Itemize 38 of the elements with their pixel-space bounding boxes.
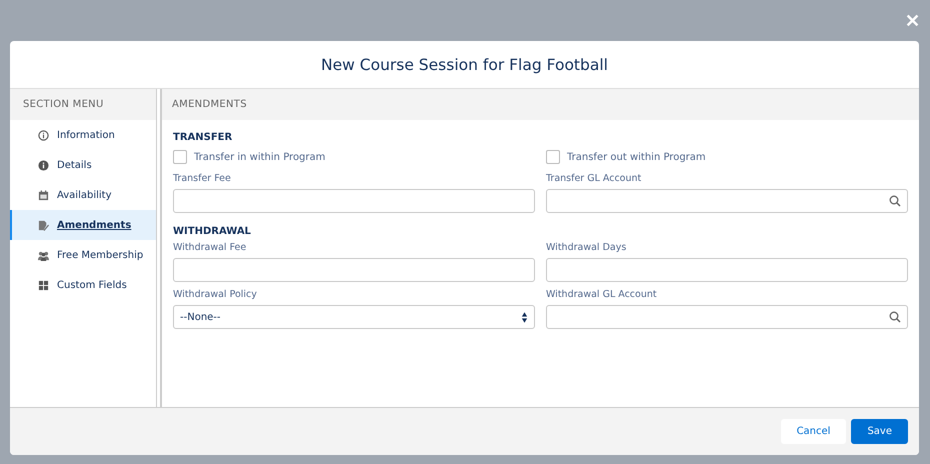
section-menu-item[interactable]: Custom Fields [10, 270, 156, 300]
search-icon [889, 311, 901, 323]
info-icon [38, 130, 49, 140]
input-field[interactable] [173, 258, 535, 282]
section-title: TRANSFER [173, 130, 234, 144]
field-label: Withdrawal GL Account [546, 289, 658, 302]
input-field[interactable] [173, 189, 535, 213]
section-title: WITHDRAWAL [173, 224, 252, 238]
grid-icon [38, 280, 49, 290]
section-menu-item[interactable]: Free Membership [10, 240, 156, 270]
save-button[interactable]: Save [851, 419, 908, 444]
checkbox-label: Transfer out within Program [567, 152, 706, 162]
section-header: AMENDMENTS [162, 89, 919, 120]
cancel-button[interactable]: Cancel [780, 419, 846, 444]
checkbox-label: Transfer in within Program [194, 152, 326, 162]
info-icon [38, 160, 49, 170]
section-menu-item[interactable]: Information [10, 120, 156, 150]
field-label: Transfer GL Account [546, 173, 642, 186]
dialog-title: New Course Session for Flag Football [321, 56, 608, 74]
calendar-icon [38, 190, 49, 200]
field-label: Withdrawal Fee [173, 242, 248, 255]
checkbox[interactable] [546, 150, 560, 164]
section-menu-item[interactable]: Details [10, 150, 156, 180]
field-label: Transfer Fee [173, 173, 232, 186]
field-label: Withdrawal Policy [173, 289, 258, 302]
select-field[interactable]: --None-- [173, 305, 535, 329]
people-icon [38, 250, 49, 260]
lookup-field[interactable] [546, 305, 908, 329]
input-field[interactable] [546, 258, 908, 282]
section-menu-item[interactable]: Amendments [10, 210, 156, 240]
document-edit-icon [38, 220, 49, 230]
section-menu-item[interactable]: Availability [10, 180, 156, 210]
search-icon [889, 195, 901, 207]
sort-arrows-icon [521, 310, 528, 324]
checkbox[interactable] [173, 150, 187, 164]
sidebar-header: SECTION MENU [10, 89, 156, 120]
field-label: Withdrawal Days [546, 242, 628, 255]
lookup-field[interactable] [546, 189, 908, 213]
